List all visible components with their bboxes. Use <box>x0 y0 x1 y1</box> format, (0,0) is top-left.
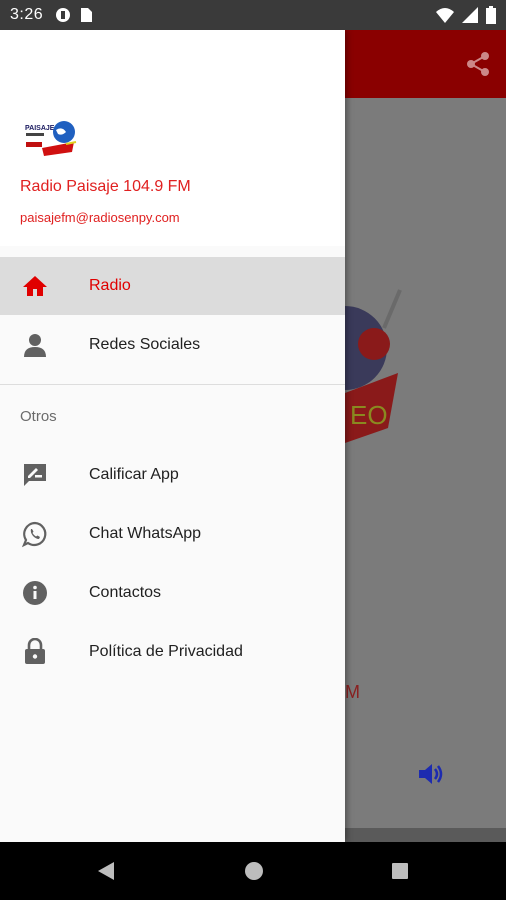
status-time: 3:26 <box>10 6 44 23</box>
station-logo: PAISAJE <box>24 121 77 156</box>
svg-text:EO: EO <box>350 400 388 430</box>
whatsapp-icon <box>21 520 49 548</box>
recents-button[interactable] <box>388 859 412 883</box>
app-screen: EO M PAISAJE Radio Paisaje 104.9 FM pais… <box>0 30 506 842</box>
menu-item-politica-privacidad[interactable]: Política de Privacidad <box>0 623 345 681</box>
sim-card-icon <box>81 8 93 22</box>
home-button[interactable] <box>242 859 266 883</box>
wifi-icon <box>436 8 454 23</box>
share-icon[interactable] <box>464 50 492 78</box>
svg-text:M: M <box>345 682 360 702</box>
navigation-drawer: PAISAJE Radio Paisaje 104.9 FM paisajefm… <box>0 30 345 842</box>
menu-item-contactos[interactable]: Contactos <box>0 564 345 622</box>
menu-item-radio[interactable]: Radio <box>0 257 345 315</box>
system-navigation-bar <box>0 842 506 900</box>
station-name: Radio Paisaje 104.9 FM <box>20 178 191 195</box>
rate-review-icon <box>21 461 49 489</box>
station-email: paisajefm@radiosenpy.com <box>20 210 180 225</box>
menu-item-label: Radio <box>89 277 131 294</box>
svg-text:PAISAJE: PAISAJE <box>25 125 55 132</box>
menu-item-calificar-app[interactable]: Calificar App <box>0 446 345 504</box>
menu-item-label: Chat WhatsApp <box>89 525 202 542</box>
vpn-key-icon <box>56 8 71 22</box>
back-button[interactable] <box>94 859 118 883</box>
volume-icon[interactable] <box>416 760 444 788</box>
home-icon <box>21 272 49 300</box>
menu-item-label: Contactos <box>89 584 162 601</box>
section-title-otros: Otros <box>20 408 57 425</box>
lock-icon <box>21 638 49 666</box>
battery-icon <box>486 6 496 24</box>
divider <box>0 384 345 385</box>
drawer-header: PAISAJE Radio Paisaje 104.9 FM paisajefm… <box>0 30 345 246</box>
menu-item-redes-sociales[interactable]: Redes Sociales <box>0 316 345 374</box>
menu-item-label: Política de Privacidad <box>89 643 243 660</box>
person-icon <box>21 331 49 359</box>
menu-item-chat-whatsapp[interactable]: Chat WhatsApp <box>0 505 345 563</box>
menu-item-label: Redes Sociales <box>89 336 201 353</box>
info-icon <box>21 579 49 607</box>
signal-icon <box>462 7 478 23</box>
menu-item-label: Calificar App <box>89 466 179 483</box>
status-bar: 3:26 <box>0 0 506 30</box>
